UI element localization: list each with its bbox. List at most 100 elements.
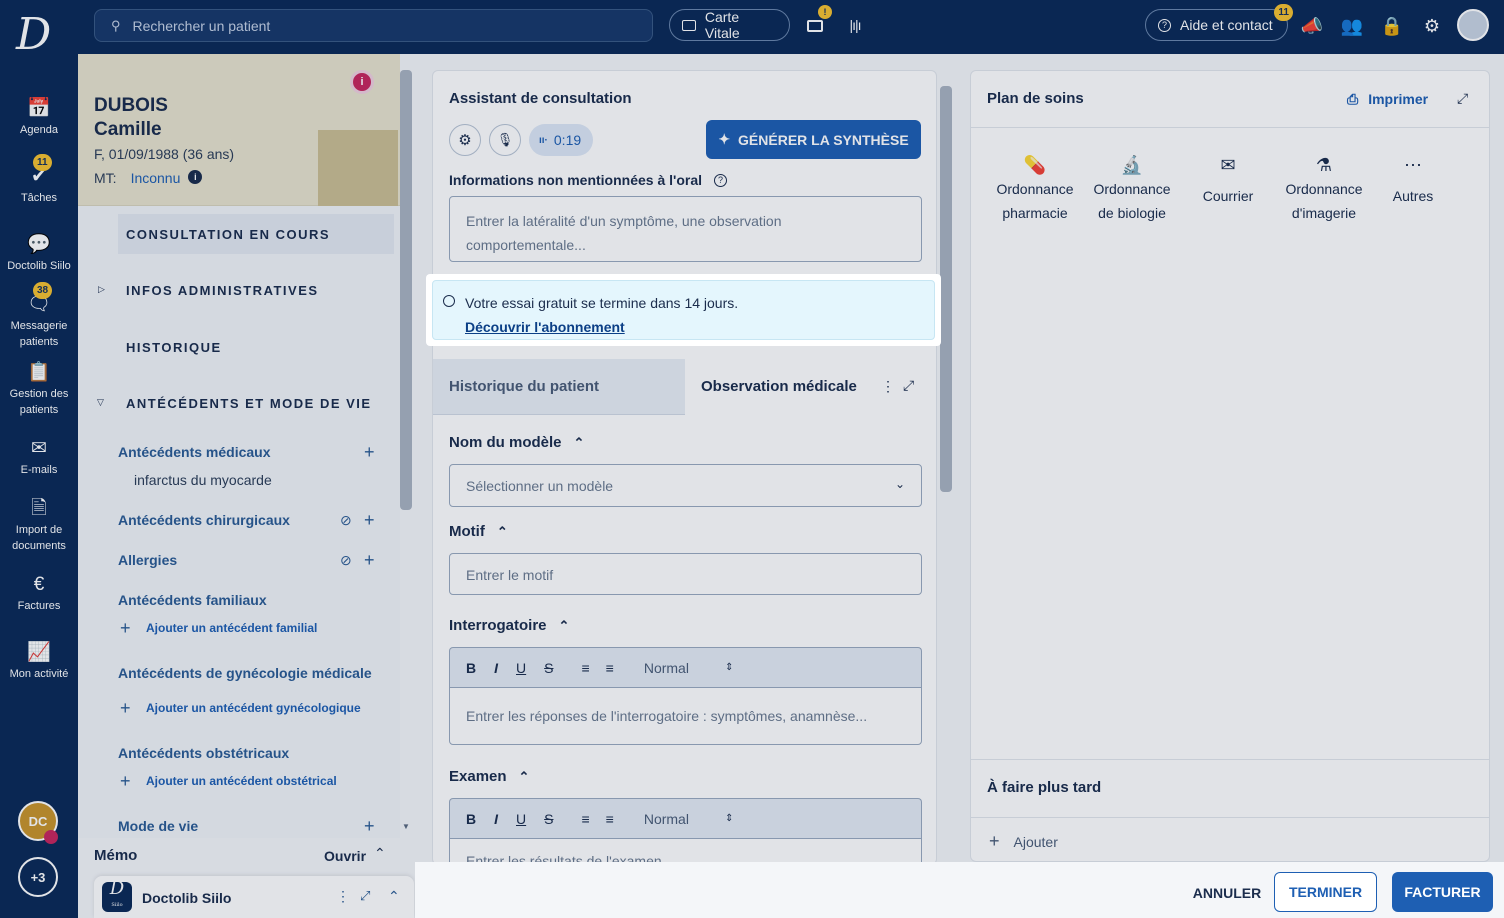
- motif-title[interactable]: Motif ⌃: [449, 523, 508, 540]
- none-icon[interactable]: ⊘: [340, 511, 352, 529]
- ordonnance-imagerie-button[interactable]: ⚗ Ordonnance d'imagerie: [1277, 153, 1371, 225]
- megaphone-icon[interactable]: 📣: [1299, 13, 1325, 39]
- chevron-up-icon[interactable]: ⌃: [374, 845, 386, 862]
- memo-bar: Mémo Ouvrir ⌃: [78, 838, 400, 868]
- expand-icon[interactable]: ⤢: [360, 888, 370, 904]
- chevron-up-icon[interactable]: ⌃: [388, 888, 400, 905]
- section-infos-admin[interactable]: INFOS ADMINISTRATIVES: [126, 283, 319, 298]
- nav-agenda[interactable]: 📅 Agenda: [0, 98, 78, 138]
- model-title[interactable]: Nom du modèle ⌃: [449, 434, 584, 451]
- underline-button[interactable]: U: [516, 811, 526, 827]
- nav-mon-activite[interactable]: 📈 Mon activité: [0, 642, 78, 682]
- patient-search-input[interactable]: ⚲ Rechercher un patient: [94, 9, 653, 42]
- none-icon[interactable]: ⊘: [340, 551, 352, 569]
- interro-editor[interactable]: Entrer les réponses de l'interrogatoire …: [449, 687, 922, 745]
- autres-button[interactable]: ⋯ Autres: [1379, 153, 1447, 208]
- scroll-down-icon[interactable]: ▼: [402, 822, 410, 831]
- expand-icon[interactable]: ⤢: [903, 377, 914, 394]
- kebab-menu-icon[interactable]: ⋮: [881, 378, 895, 395]
- ordonnance-pharmacie-button[interactable]: 💊 Ordonnance pharmacie: [989, 153, 1081, 225]
- bottom-action-bar: ANNULER TERMINER FACTURER: [415, 862, 1504, 918]
- interrogatoire-title[interactable]: Interrogatoire ⌃: [449, 617, 569, 634]
- info-textarea[interactable]: Entrer la latéralité d'un symptôme, une …: [449, 196, 922, 262]
- add-later-button[interactable]: + Ajouter: [989, 831, 1058, 852]
- consultation-scrollbar[interactable]: [940, 86, 952, 492]
- model-select[interactable]: Sélectionner un modèle ⌄: [449, 464, 922, 507]
- nav-doctolib-siilo[interactable]: 💬 Doctolib Siilo: [0, 234, 78, 274]
- ant-medicaux-item[interactable]: infarctus du myocarde: [134, 472, 272, 488]
- strike-button[interactable]: S: [544, 660, 553, 676]
- add-gyneco-link[interactable]: Ajouter un antécédent gynécologique: [146, 701, 361, 715]
- add-allergies-icon[interactable]: +: [364, 551, 375, 569]
- print-button[interactable]: ⎙ Imprimer: [1347, 91, 1428, 108]
- section-antecedents[interactable]: ANTÉCÉDENTS ET MODE DE VIE: [126, 396, 372, 411]
- nav-import-documents[interactable]: 🗎 Import de documents: [0, 498, 78, 554]
- add-mode-de-vie-icon[interactable]: +: [364, 817, 375, 835]
- memo-open-button[interactable]: Ouvrir: [324, 848, 366, 864]
- cancel-button[interactable]: ANNULER: [1185, 874, 1269, 912]
- terminer-button[interactable]: TERMINER: [1274, 872, 1377, 912]
- video-call-button[interactable]: !: [802, 5, 832, 39]
- kebab-menu-icon[interactable]: ⋮: [336, 888, 350, 905]
- siilo-bar-title: Doctolib Siilo: [142, 890, 232, 906]
- facturer-button[interactable]: FACTURER: [1392, 872, 1493, 912]
- siilo-chat-bar[interactable]: D Siilo Doctolib Siilo ⋮ ⤢ ⌃: [94, 876, 414, 918]
- calendar-icon: 📅: [27, 98, 51, 119]
- strike-button[interactable]: S: [544, 811, 553, 827]
- ordonnance-biologie-button[interactable]: 🔬 Ordonnance de biologie: [1085, 153, 1179, 225]
- examen-editor[interactable]: Entrer les résultats de l'examen: [449, 838, 922, 864]
- add-ant-medicaux-icon[interactable]: +: [364, 443, 375, 461]
- aide-contact-button[interactable]: ? Aide et contact 11: [1145, 4, 1293, 41]
- alert-info-icon[interactable]: i: [350, 70, 374, 94]
- recording-timer[interactable]: ıı· 0:19: [529, 124, 593, 156]
- generate-synthesis-button[interactable]: ✦ GÉNÉRER LA SYNTHÈSE: [706, 120, 921, 159]
- section-historique[interactable]: HISTORIQUE: [126, 340, 222, 355]
- nav-gestion-patients[interactable]: 📋 Gestion des patients: [0, 362, 78, 418]
- carte-vitale-button[interactable]: Carte Vitale: [669, 9, 790, 41]
- settings-gear-icon[interactable]: ⚙: [1419, 13, 1445, 39]
- nav-messagerie-patients[interactable]: 🗨 38 Messagerie patients: [0, 282, 78, 350]
- doctolib-logo[interactable]: D: [16, 10, 60, 60]
- tab-observation-medicale[interactable]: Observation médicale ⋮ ⤢: [685, 359, 936, 415]
- sparkle-icon: ✦: [718, 131, 731, 147]
- format-select[interactable]: Normal: [644, 811, 689, 827]
- tab-historique-patient[interactable]: Historique du patient: [433, 359, 685, 415]
- info-label: Informations non mentionnées à l'oral ?: [449, 172, 728, 188]
- bullet-list-icon[interactable]: ≡: [606, 660, 614, 676]
- ordered-list-icon[interactable]: ≡: [581, 660, 589, 676]
- siilo-logo: D Siilo: [102, 880, 132, 912]
- nav-taches[interactable]: ✔ 11 Tâches: [0, 154, 78, 206]
- add-familial-link[interactable]: Ajouter un antécédent familial: [146, 621, 317, 635]
- add-obstetrical-link[interactable]: Ajouter un antécédent obstétrical: [146, 774, 337, 788]
- bold-button[interactable]: B: [466, 660, 476, 676]
- lock-icon[interactable]: 🔒: [1379, 13, 1405, 39]
- italic-button[interactable]: I: [494, 660, 498, 676]
- mt-value-link[interactable]: Inconnu: [131, 170, 181, 186]
- bold-button[interactable]: B: [466, 811, 476, 827]
- info-icon[interactable]: i: [188, 170, 203, 184]
- mic-off-icon[interactable]: 🎙: [489, 124, 521, 156]
- team-icon[interactable]: 👥: [1339, 13, 1365, 39]
- add-ant-chirurgicaux-icon[interactable]: +: [364, 511, 375, 529]
- bullet-list-icon[interactable]: ≡: [606, 811, 614, 827]
- nav-emails[interactable]: ✉ E-mails: [0, 438, 78, 478]
- examen-title[interactable]: Examen ⌃: [449, 768, 529, 785]
- nav-factures[interactable]: € Factures: [0, 574, 78, 614]
- subscription-link[interactable]: Découvrir l'abonnement: [465, 319, 625, 335]
- more-accounts-button[interactable]: +3: [18, 857, 58, 897]
- ordered-list-icon[interactable]: ≡: [581, 811, 589, 827]
- user-avatar[interactable]: [1457, 9, 1489, 41]
- settings-gear-icon[interactable]: ⚙: [449, 124, 481, 156]
- chevron-down-icon[interactable]: ▽: [97, 397, 104, 408]
- format-select[interactable]: Normal: [644, 660, 689, 676]
- motif-input[interactable]: Entrer le motif: [449, 553, 922, 595]
- chevron-right-icon[interactable]: ▷: [98, 284, 105, 295]
- patient-panel-scrollbar[interactable]: [400, 70, 412, 510]
- audio-wave-icon[interactable]: |ı|ı: [842, 12, 868, 38]
- italic-button[interactable]: I: [494, 811, 498, 827]
- clipboard-icon: 📋: [27, 362, 51, 383]
- courrier-button[interactable]: ✉ Courrier: [1187, 153, 1269, 208]
- expand-icon[interactable]: ⤢: [1457, 90, 1468, 107]
- underline-button[interactable]: U: [516, 660, 526, 676]
- help-icon[interactable]: ?: [714, 173, 728, 187]
